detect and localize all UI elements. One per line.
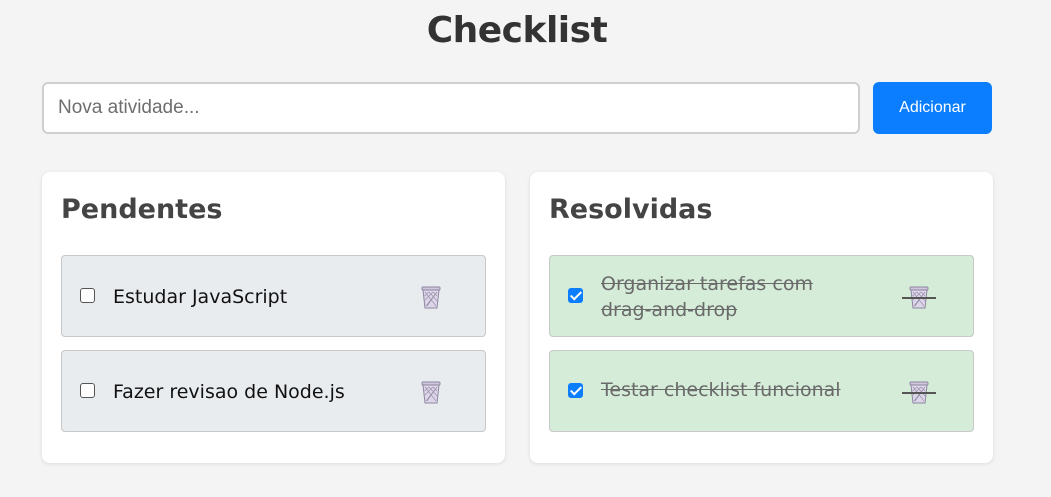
task-text: Fazer revisao de Node.js bbox=[113, 381, 345, 403]
task-text: Testar checklist funcional bbox=[601, 379, 841, 401]
add-task-button[interactable]: Adicionar bbox=[873, 82, 992, 134]
page-title: Checklist bbox=[426, 10, 608, 51]
trash-icon[interactable] bbox=[902, 379, 936, 405]
task-checkbox[interactable] bbox=[568, 383, 583, 398]
task-checkbox[interactable] bbox=[80, 383, 95, 398]
trash-icon[interactable] bbox=[902, 284, 936, 310]
new-task-input[interactable] bbox=[42, 82, 860, 134]
resolved-panel-title: Resolvidas bbox=[549, 194, 713, 225]
task-item[interactable]: Testar checklist funcional bbox=[549, 350, 974, 432]
task-checkbox[interactable] bbox=[568, 288, 583, 303]
task-item[interactable]: Fazer revisao de Node.js bbox=[61, 350, 486, 432]
pending-panel-title: Pendentes bbox=[61, 194, 223, 225]
resolved-panel: Resolvidas Organizar tarefas com drag-an… bbox=[530, 172, 993, 463]
task-checkbox[interactable] bbox=[80, 288, 95, 303]
task-item[interactable]: Estudar JavaScript bbox=[61, 255, 486, 337]
task-text: Estudar JavaScript bbox=[113, 286, 288, 308]
task-item[interactable]: Organizar tarefas com drag-and-drop bbox=[549, 255, 974, 337]
trash-icon[interactable] bbox=[418, 284, 444, 310]
pending-panel: Pendentes Estudar JavaScript Fazer revis… bbox=[42, 172, 505, 463]
trash-icon[interactable] bbox=[418, 379, 444, 405]
task-text: Organizar tarefas com drag-and-drop bbox=[601, 273, 813, 321]
